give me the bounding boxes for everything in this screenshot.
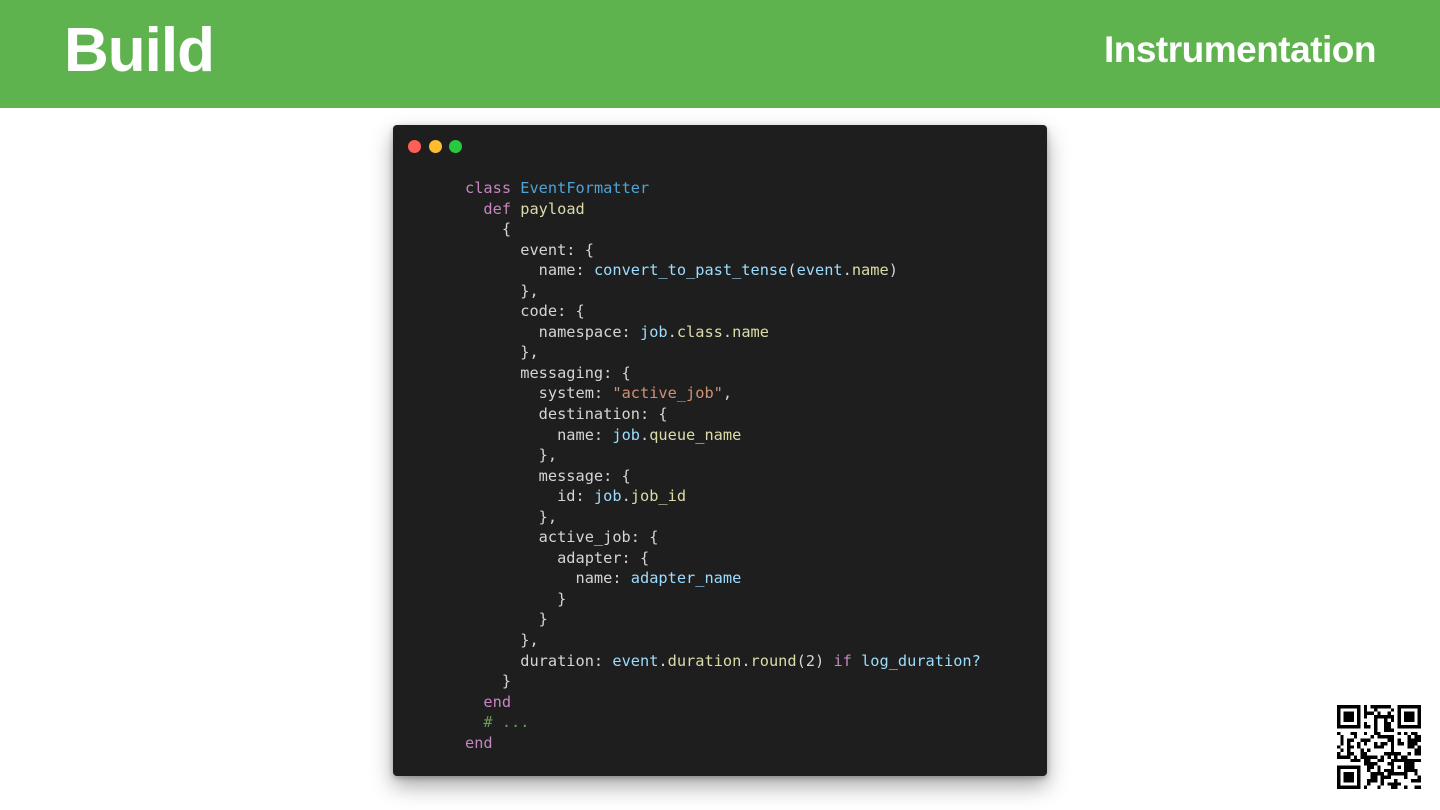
code-line: end bbox=[465, 733, 981, 754]
minimize-dot-icon bbox=[429, 140, 442, 153]
code-token: active_job: { bbox=[465, 528, 659, 547]
code-token: } bbox=[465, 589, 567, 608]
code-block: class EventFormatter def payload { event… bbox=[465, 178, 981, 753]
code-line: message: { bbox=[465, 466, 981, 487]
code-token: destination: { bbox=[465, 405, 668, 424]
code-token: end bbox=[465, 733, 493, 752]
code-line: { bbox=[465, 219, 981, 240]
code-token: end bbox=[483, 692, 512, 711]
code-token: event: { bbox=[465, 240, 594, 259]
code-token: adapter: { bbox=[465, 548, 650, 567]
slide-section-title: Instrumentation bbox=[1103, 29, 1377, 70]
code-token: { bbox=[465, 220, 512, 239]
qr-code-icon bbox=[1337, 705, 1421, 789]
code-token: } bbox=[465, 610, 548, 629]
code-token: . bbox=[741, 651, 751, 670]
code-token: event bbox=[796, 261, 843, 280]
code-token: name: bbox=[465, 569, 631, 588]
code-line: id: job.job_id bbox=[465, 486, 981, 507]
code-token: namespace: bbox=[465, 322, 640, 341]
code-token: . bbox=[842, 261, 852, 280]
code-token: adapter_name bbox=[630, 569, 742, 588]
code-token: system: bbox=[465, 384, 613, 403]
code-token: id: bbox=[465, 487, 594, 506]
code-line: end bbox=[465, 692, 981, 713]
code-token: if bbox=[833, 651, 862, 670]
code-token: convert_to_past_tense bbox=[593, 261, 788, 280]
code-token: log_duration? bbox=[861, 651, 981, 670]
code-line: }, bbox=[465, 342, 981, 363]
code-token: duration bbox=[667, 651, 742, 670]
code-token: . bbox=[667, 322, 677, 341]
code-token: message: { bbox=[465, 466, 631, 485]
code-token: EventFormatter bbox=[520, 179, 650, 197]
code-token: name bbox=[851, 261, 889, 280]
code-token: ) bbox=[888, 261, 898, 280]
code-token: class bbox=[465, 179, 521, 197]
maximize-dot-icon bbox=[449, 140, 462, 153]
code-window: class EventFormatter def payload { event… bbox=[393, 125, 1047, 776]
code-token: }, bbox=[465, 281, 539, 300]
slide-title: Build bbox=[64, 16, 215, 85]
code-line: name: adapter_name bbox=[465, 568, 981, 589]
code-line: active_job: { bbox=[465, 527, 981, 548]
code-token: name bbox=[732, 322, 769, 341]
code-token: "active_job" bbox=[612, 384, 723, 403]
code-line: }, bbox=[465, 507, 981, 528]
code-token: # ... bbox=[483, 713, 530, 732]
close-dot-icon bbox=[408, 140, 421, 153]
code-token: , bbox=[722, 384, 733, 403]
slide-header: Build Instrumentation bbox=[0, 0, 1440, 108]
code-token: payload bbox=[520, 199, 585, 218]
code-token: class bbox=[676, 322, 723, 341]
code-line: class EventFormatter bbox=[465, 178, 981, 199]
code-token: queue_name bbox=[649, 425, 742, 444]
code-token: name: bbox=[465, 261, 594, 280]
code-token: }, bbox=[465, 507, 558, 526]
code-line: } bbox=[465, 671, 981, 692]
code-line: namespace: job.class.name bbox=[465, 322, 981, 343]
code-line: } bbox=[465, 609, 981, 630]
code-line: }, bbox=[465, 281, 981, 302]
code-token: name: bbox=[465, 425, 613, 444]
code-token: }, bbox=[465, 446, 558, 465]
code-token: }, bbox=[465, 343, 539, 362]
code-line: }, bbox=[465, 445, 981, 466]
code-token: job_id bbox=[630, 487, 687, 506]
code-line: system: "active_job", bbox=[465, 383, 981, 404]
code-token: . bbox=[658, 651, 668, 670]
code-token: code: { bbox=[465, 302, 585, 321]
code-token: duration: bbox=[465, 651, 613, 670]
code-line: name: convert_to_past_tense(event.name) bbox=[465, 260, 981, 281]
code-line: # ... bbox=[465, 712, 981, 733]
code-line: def payload bbox=[465, 199, 981, 220]
code-token: messaging: { bbox=[465, 363, 631, 382]
code-token: . bbox=[640, 425, 650, 444]
code-line: messaging: { bbox=[465, 363, 981, 384]
code-token: . bbox=[722, 322, 733, 341]
code-token: round bbox=[750, 651, 797, 670]
code-line: name: job.queue_name bbox=[465, 425, 981, 446]
code-line: }, bbox=[465, 630, 981, 651]
code-token: def bbox=[483, 199, 521, 218]
code-token: job bbox=[593, 487, 622, 506]
code-line: code: { bbox=[465, 301, 981, 322]
code-token: . bbox=[621, 487, 631, 506]
code-token: ( bbox=[787, 261, 797, 280]
code-line: event: { bbox=[465, 240, 981, 261]
code-token: (2) bbox=[796, 651, 834, 670]
code-token: }, bbox=[465, 631, 539, 650]
code-token: job bbox=[639, 322, 668, 341]
code-line: destination: { bbox=[465, 404, 981, 425]
code-token: } bbox=[465, 672, 512, 691]
code-line: adapter: { bbox=[465, 548, 981, 569]
code-line: } bbox=[465, 589, 981, 610]
code-token: event bbox=[612, 651, 659, 670]
code-token: job bbox=[612, 425, 640, 444]
code-line: duration: event.duration.round(2) if log… bbox=[465, 651, 981, 672]
